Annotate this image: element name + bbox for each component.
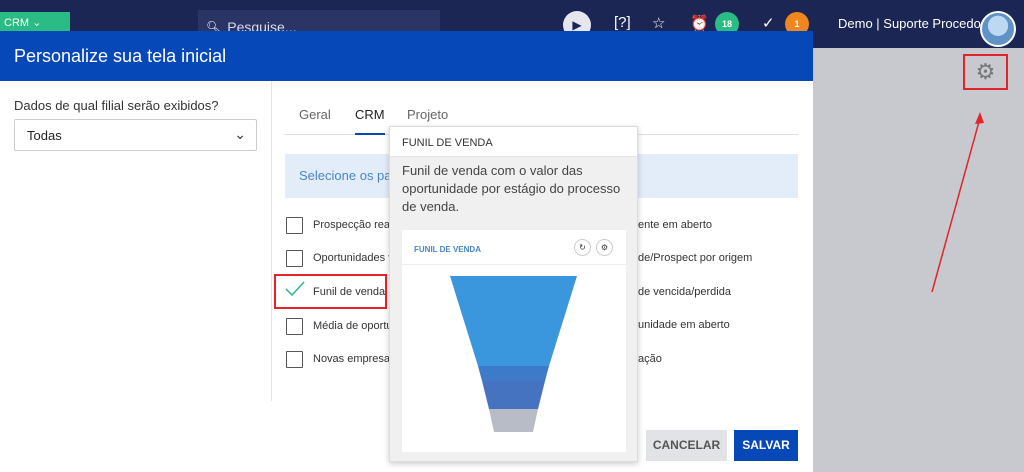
settings-gear-highlight[interactable]: ⚙: [963, 54, 1008, 90]
funnel-option-highlight: [274, 274, 387, 309]
chevron-down-icon: ⌄: [32, 17, 42, 29]
panel-option-label: Oportunidades v: [313, 252, 394, 264]
list-item[interactable]: Novas empresas: [286, 350, 396, 368]
crm-label: CRM: [4, 17, 30, 29]
cancel-button[interactable]: CANCELAR: [646, 430, 727, 461]
popover-description: Funil de venda com o valor das oportunid…: [402, 163, 621, 214]
funnel-chart: [450, 276, 577, 432]
tasks-check-icon[interactable]: ✓: [762, 14, 775, 32]
info-text: Selecione os pai: [299, 168, 395, 183]
checkbox[interactable]: [286, 249, 303, 267]
panel-option-label[interactable]: ação: [638, 353, 662, 365]
funnel-stage: [482, 381, 545, 409]
checkbox[interactable]: [286, 216, 303, 234]
branch-value: Todas: [27, 128, 62, 143]
funnel-preview-popover: FUNIL DE VENDA Funil de venda com o valo…: [389, 126, 638, 462]
checkbox[interactable]: [286, 350, 303, 368]
funnel-stage: [489, 409, 538, 432]
funnel-preview-card: FUNIL DE VENDA ↻ ⚙: [402, 230, 626, 452]
panel-option-label: Novas empresas: [313, 353, 396, 365]
branch-select[interactable]: Todas ⌄: [14, 119, 257, 151]
gear-icon[interactable]: ⚙: [976, 59, 996, 85]
panel-option-label[interactable]: ente em aberto: [638, 219, 712, 231]
panel-option-label: Prospecção reali: [313, 219, 395, 231]
branch-question: Dados de qual filial serão exibidos?: [14, 98, 219, 113]
list-item[interactable]: Média de oportu: [286, 317, 393, 335]
save-button[interactable]: SALVAR: [734, 430, 798, 461]
star-icon[interactable]: ☆: [652, 14, 665, 32]
tab-geral[interactable]: Geral: [299, 107, 331, 135]
panel-option-label: Média de oportu: [313, 320, 393, 332]
panel-option-label[interactable]: unidade em aberto: [638, 319, 730, 331]
funnel-stage: [478, 366, 549, 381]
panel-option-label[interactable]: de/Prospect por origem: [638, 252, 752, 264]
chevron-down-icon: ⌄: [234, 126, 246, 142]
avatar[interactable]: [980, 11, 1016, 47]
panel-option-label[interactable]: de vencida/perdida: [638, 286, 731, 298]
list-item[interactable]: Oportunidades v: [286, 249, 394, 267]
tab-crm[interactable]: CRM: [355, 107, 385, 135]
funnel-stage: [450, 276, 577, 366]
user-name[interactable]: Demo | Suporte Procedo: [838, 16, 981, 31]
checkbox[interactable]: [286, 317, 303, 335]
alarm-icon[interactable]: ⏰: [690, 14, 709, 32]
modal-title: Personalize sua tela inicial: [0, 31, 813, 81]
popover-title: FUNIL DE VENDA: [390, 127, 637, 157]
branch-column: Dados de qual filial serão exibidos? Tod…: [0, 81, 272, 401]
list-item[interactable]: Prospecção reali: [286, 216, 395, 234]
help-icon[interactable]: [?]: [614, 14, 631, 31]
